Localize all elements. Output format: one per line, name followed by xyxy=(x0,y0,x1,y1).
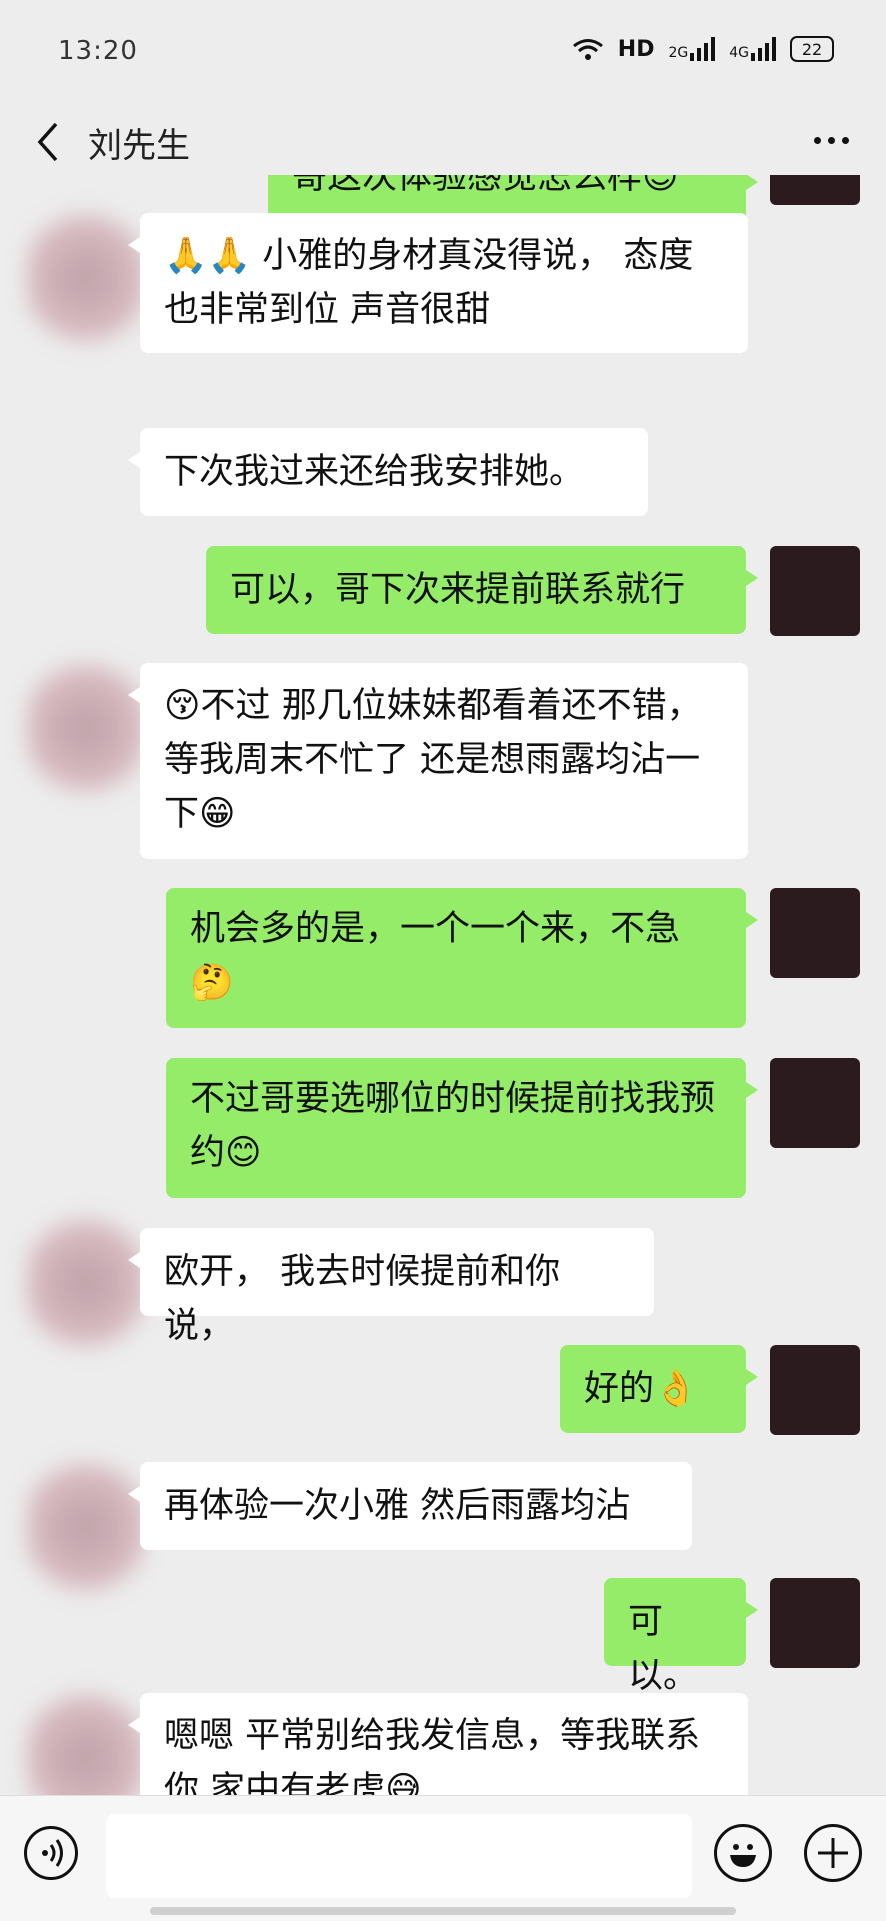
message-bubble[interactable]: 🙏🙏 小雅的身材真没得说， 态度也非常到位 声音很甜 xyxy=(128,213,748,353)
message-bubble[interactable]: 可以。 xyxy=(604,1578,758,1696)
signal-2: 4G xyxy=(729,37,776,61)
battery-icon: 22 xyxy=(790,36,834,62)
message-bubble[interactable]: 好的👌 xyxy=(560,1345,758,1433)
avatar[interactable] xyxy=(26,653,146,803)
message-bubble[interactable]: 欧开， 我去时候提前和你说， xyxy=(128,1228,654,1346)
avatar[interactable] xyxy=(770,1345,860,1435)
back-arrow-icon[interactable] xyxy=(28,114,68,170)
chat-title: 刘先生 xyxy=(88,126,190,166)
wifi-icon xyxy=(572,39,603,60)
avatar[interactable] xyxy=(26,1452,146,1602)
plus-icon[interactable] xyxy=(804,1824,862,1882)
status-time: 13:20 xyxy=(58,36,138,66)
avatar[interactable] xyxy=(770,1058,860,1148)
message-bubble[interactable]: 可以，哥下次来提前联系就行 xyxy=(206,546,758,634)
message-bubble[interactable]: 😚不过 那几位妹妹都看着还不错， 等我周末不忙了 还是想雨露均沾一下😁 xyxy=(128,663,748,859)
home-indicator xyxy=(150,1907,736,1915)
avatar[interactable] xyxy=(770,1578,860,1668)
network-label-1: 2G xyxy=(668,45,689,61)
emoji-icon xyxy=(730,1844,756,1867)
more-icon[interactable] xyxy=(806,120,856,160)
signal-bars-icon xyxy=(751,37,776,61)
avatar[interactable] xyxy=(770,546,860,636)
message-bubble[interactable]: 再体验一次小雅 然后雨露均沾 xyxy=(128,1462,692,1550)
avatar[interactable] xyxy=(26,203,146,353)
voice-icon xyxy=(42,1839,63,1867)
status-icons: HD 2G 4G 22 xyxy=(572,36,834,62)
message-bubble[interactable]: 嗯嗯 平常别给我发信息，等我联系你 家中有老虎😅 xyxy=(128,1693,748,1795)
input-bar xyxy=(0,1795,886,1921)
network-label-2: 4G xyxy=(729,45,749,61)
avatar[interactable] xyxy=(26,1208,146,1358)
message-bubble[interactable]: 下次我过来还给我安排她。 xyxy=(128,428,648,516)
signal-bars-icon xyxy=(690,37,716,61)
message-bubble[interactable]: 不过哥要选哪位的时候提前找我预约😊 xyxy=(166,1058,758,1198)
voice-icon[interactable] xyxy=(24,1826,78,1880)
emoji-icon[interactable] xyxy=(714,1824,772,1882)
message-input[interactable] xyxy=(106,1814,692,1898)
signal-1: 2G xyxy=(668,37,716,61)
message-bubble[interactable]: 机会多的是，一个一个来，不急🤔 xyxy=(166,888,758,1028)
avatar[interactable] xyxy=(26,1683,146,1795)
message-list[interactable]: 哥这次体验感觉怎么样😊 🙏🙏 小雅的身材真没得说， 态度也非常到位 声音很甜 下… xyxy=(0,175,886,1795)
status-bar: 13:20 HD 2G 4G 22 xyxy=(0,0,886,100)
hd-label: HD xyxy=(617,36,655,62)
avatar[interactable] xyxy=(770,888,860,978)
avatar[interactable] xyxy=(770,175,860,205)
